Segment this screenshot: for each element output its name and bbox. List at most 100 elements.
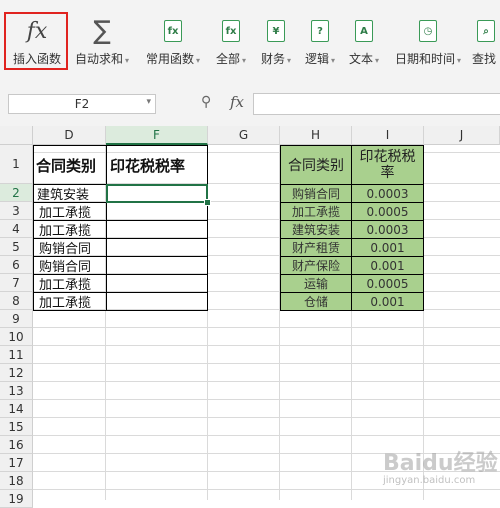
- cell-f5[interactable]: [106, 238, 208, 257]
- fx-icon: fx: [26, 18, 48, 44]
- baidu-watermark-logo: Baidu经验 jingyan.baidu.com: [383, 445, 498, 486]
- ribbon-toolbar: fx 插入函数 ∑ 自动求和 ▾ fx 常用函数 ▾ fx 全部 ▾ ¥ 财务 ▾ ? …: [0, 0, 500, 79]
- row-header[interactable]: 18: [0, 472, 33, 490]
- cell-h6[interactable]: 财产保险: [280, 256, 352, 275]
- row-header[interactable]: 15: [0, 418, 33, 436]
- row-header[interactable]: 5: [0, 238, 33, 256]
- text-button[interactable]: A 文本 ▾: [346, 18, 382, 74]
- lookup-label: 查找: [472, 52, 497, 66]
- lookup-button[interactable]: ⌕ 查找: [472, 18, 500, 74]
- chevron-down-icon: ▾: [457, 56, 462, 65]
- cell-i8[interactable]: 0.001: [351, 292, 424, 311]
- row-header[interactable]: 6: [0, 256, 33, 274]
- cell-d6[interactable]: 购销合同: [33, 256, 107, 275]
- cell-h5[interactable]: 财产租赁: [280, 238, 352, 257]
- cell-i1-header[interactable]: 印花税税率: [351, 145, 424, 185]
- zoom-icon[interactable]: ⚲: [201, 94, 211, 110]
- row-header[interactable]: 17: [0, 454, 33, 472]
- row-header[interactable]: 4: [0, 220, 33, 238]
- name-box-value: F2: [74, 97, 90, 111]
- chevron-down-icon: ▾: [331, 56, 336, 65]
- fill-handle[interactable]: [204, 199, 211, 206]
- text-a-icon: A: [355, 20, 373, 42]
- cell-i6[interactable]: 0.001: [351, 256, 424, 275]
- clock-icon: ◷: [419, 20, 437, 42]
- chevron-down-icon: ▾: [196, 56, 201, 65]
- row-header[interactable]: 8: [0, 292, 33, 310]
- cell-f3[interactable]: [106, 202, 208, 221]
- column-header-g[interactable]: G: [208, 126, 280, 145]
- row-header[interactable]: 19: [0, 490, 33, 508]
- row-header[interactable]: 16: [0, 436, 33, 454]
- column-header-f[interactable]: F: [106, 126, 208, 145]
- cell-d4[interactable]: 加工承揽: [33, 220, 107, 239]
- lookup-icon: ⌕: [477, 20, 495, 42]
- row-header[interactable]: 12: [0, 364, 33, 382]
- chevron-down-icon: ▾: [242, 56, 247, 65]
- fx-icon[interactable]: fx: [230, 93, 244, 111]
- column-header-i[interactable]: I: [352, 126, 424, 145]
- column-header-h[interactable]: H: [280, 126, 352, 145]
- cell-i2[interactable]: 0.0003: [351, 184, 424, 203]
- row-header[interactable]: 3: [0, 202, 33, 220]
- cell-d3[interactable]: 加工承揽: [33, 202, 107, 221]
- sigma-icon: ∑: [93, 16, 111, 46]
- select-all-corner[interactable]: [0, 126, 33, 145]
- datetime-button[interactable]: ◷ 日期和时间 ▾: [392, 18, 464, 74]
- common-functions-button[interactable]: fx 常用函数 ▾: [143, 18, 203, 74]
- row-header[interactable]: 11: [0, 346, 33, 364]
- cell-h7[interactable]: 运输: [280, 274, 352, 293]
- financial-button[interactable]: ¥ 财务 ▾: [256, 18, 296, 74]
- chevron-down-icon[interactable]: ▾: [146, 97, 151, 107]
- cell-i3[interactable]: 0.0005: [351, 202, 424, 221]
- row-header[interactable]: 7: [0, 274, 33, 292]
- row-header[interactable]: 10: [0, 328, 33, 346]
- autosum-button[interactable]: ∑ 自动求和 ▾: [74, 18, 130, 74]
- cell-d5[interactable]: 购销合同: [33, 238, 107, 257]
- cell-i4[interactable]: 0.0003: [351, 220, 424, 239]
- financial-label: 财务: [260, 52, 285, 66]
- cell-h8[interactable]: 仓储: [280, 292, 352, 311]
- datetime-label: 日期和时间: [394, 52, 455, 66]
- formula-input[interactable]: [253, 93, 500, 115]
- cell-h4[interactable]: 建筑安装: [280, 220, 352, 239]
- row-header[interactable]: 14: [0, 400, 33, 418]
- function-book-icon: fx: [222, 20, 240, 42]
- chevron-down-icon: ▾: [375, 56, 380, 65]
- name-box[interactable]: F2 ▾: [8, 94, 156, 114]
- cell-h1-header[interactable]: 合同类别: [280, 145, 352, 185]
- selected-cell-f2[interactable]: [106, 184, 208, 203]
- all-functions-button[interactable]: fx 全部 ▾: [212, 18, 250, 74]
- all-functions-label: 全部: [215, 52, 240, 66]
- row-header[interactable]: 1: [0, 145, 33, 184]
- yen-icon: ¥: [267, 20, 285, 42]
- cell-d2[interactable]: 建筑安装: [33, 184, 107, 203]
- row-header[interactable]: 9: [0, 310, 33, 328]
- row-header[interactable]: 2: [0, 184, 33, 202]
- cell-f4[interactable]: [106, 220, 208, 239]
- cell-i5[interactable]: 0.001: [351, 238, 424, 257]
- cell-f6[interactable]: [106, 256, 208, 275]
- chevron-down-icon: ▾: [125, 56, 130, 65]
- watermark-sub: jingyan.baidu.com: [383, 475, 476, 486]
- cell-f8[interactable]: [106, 292, 208, 311]
- cell-h3[interactable]: 加工承揽: [280, 202, 352, 221]
- cell-i7[interactable]: 0.0005: [351, 274, 424, 293]
- insert-function-label: 插入函数: [12, 52, 61, 66]
- cell-d8[interactable]: 加工承揽: [33, 292, 107, 311]
- cell-h2[interactable]: 购销合同: [280, 184, 352, 203]
- cell-f7[interactable]: [106, 274, 208, 293]
- question-icon: ?: [311, 20, 329, 42]
- row-header[interactable]: 13: [0, 382, 33, 400]
- column-header-j[interactable]: J: [424, 126, 500, 145]
- cell-f1-header[interactable]: 印花税税率: [106, 145, 208, 185]
- chevron-down-icon: ▾: [287, 56, 292, 65]
- watermark-main: Baidu经验: [383, 451, 498, 476]
- cell-d1-header[interactable]: 合同类别: [33, 145, 107, 185]
- insert-function-button[interactable]: fx 插入函数: [10, 18, 64, 74]
- logical-button[interactable]: ? 逻辑 ▾: [302, 18, 338, 74]
- star-function-icon: fx: [164, 20, 182, 42]
- column-header-d[interactable]: D: [33, 126, 106, 145]
- text-label: 文本: [348, 52, 373, 66]
- cell-d7[interactable]: 加工承揽: [33, 274, 107, 293]
